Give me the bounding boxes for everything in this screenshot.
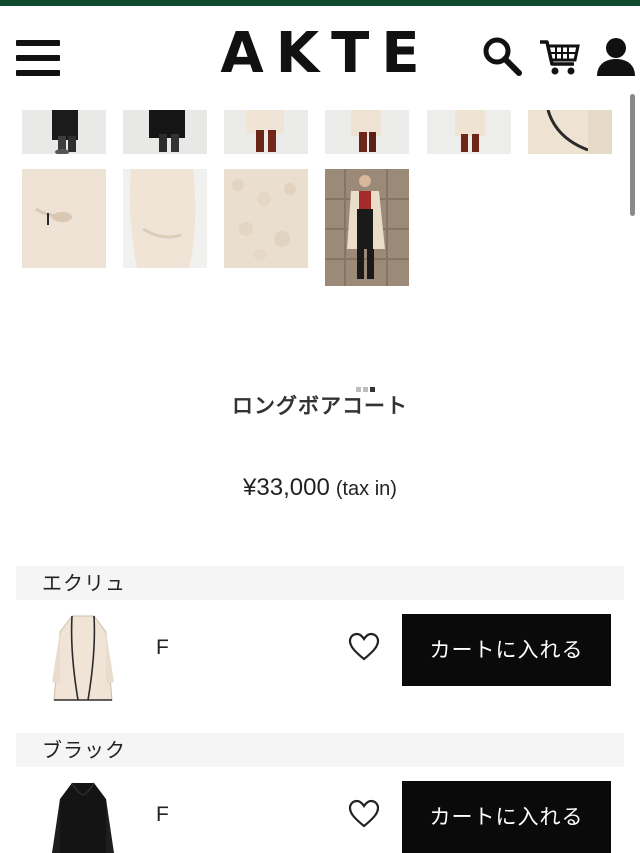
cart-icon[interactable]: [538, 34, 582, 78]
product-title: ロングボアコート: [232, 394, 408, 418]
search-icon[interactable]: [480, 34, 524, 78]
gallery-thumbnail[interactable]: [325, 110, 409, 154]
price-value: ¥33,000: [243, 474, 330, 501]
ecru-coat-icon: [48, 612, 118, 708]
product-price: ¥33,000 (tax in): [0, 474, 640, 502]
variant-size: F: [156, 636, 169, 659]
variant-color-label: エクリュ: [16, 566, 624, 600]
gallery-thumbnail[interactable]: [325, 169, 409, 286]
variant-row: F カートに入れる: [16, 600, 624, 710]
scrollbar[interactable]: [630, 94, 635, 216]
heart-outline-icon[interactable]: [348, 799, 380, 829]
gallery-thumbnail[interactable]: [123, 169, 207, 268]
add-to-cart-button[interactable]: カートに入れる: [402, 614, 611, 686]
site-logo[interactable]: AKTE: [190, 22, 450, 86]
gallery-thumbnail[interactable]: [22, 169, 106, 268]
variant-row: F カートに入れる: [16, 767, 624, 853]
gallery-thumbnail[interactable]: [528, 110, 612, 154]
heart-outline-icon[interactable]: [348, 632, 380, 662]
site-header: AKTE: [0, 6, 640, 98]
gallery-thumbnail[interactable]: [22, 110, 106, 154]
gallery-thumbnail[interactable]: [427, 110, 511, 154]
tax-note: (tax in): [335, 478, 397, 500]
user-icon[interactable]: [594, 34, 638, 78]
add-to-cart-button[interactable]: カートに入れる: [402, 781, 611, 853]
hamburger-menu-icon[interactable]: [16, 40, 60, 78]
gallery-thumbnail[interactable]: [224, 169, 308, 268]
gallery-thumbnail[interactable]: [224, 110, 308, 154]
variant-size: F: [156, 803, 169, 826]
variant-color-label: ブラック: [16, 733, 624, 767]
gallery-thumbnail[interactable]: [123, 110, 207, 154]
black-coat-icon: [48, 779, 118, 853]
